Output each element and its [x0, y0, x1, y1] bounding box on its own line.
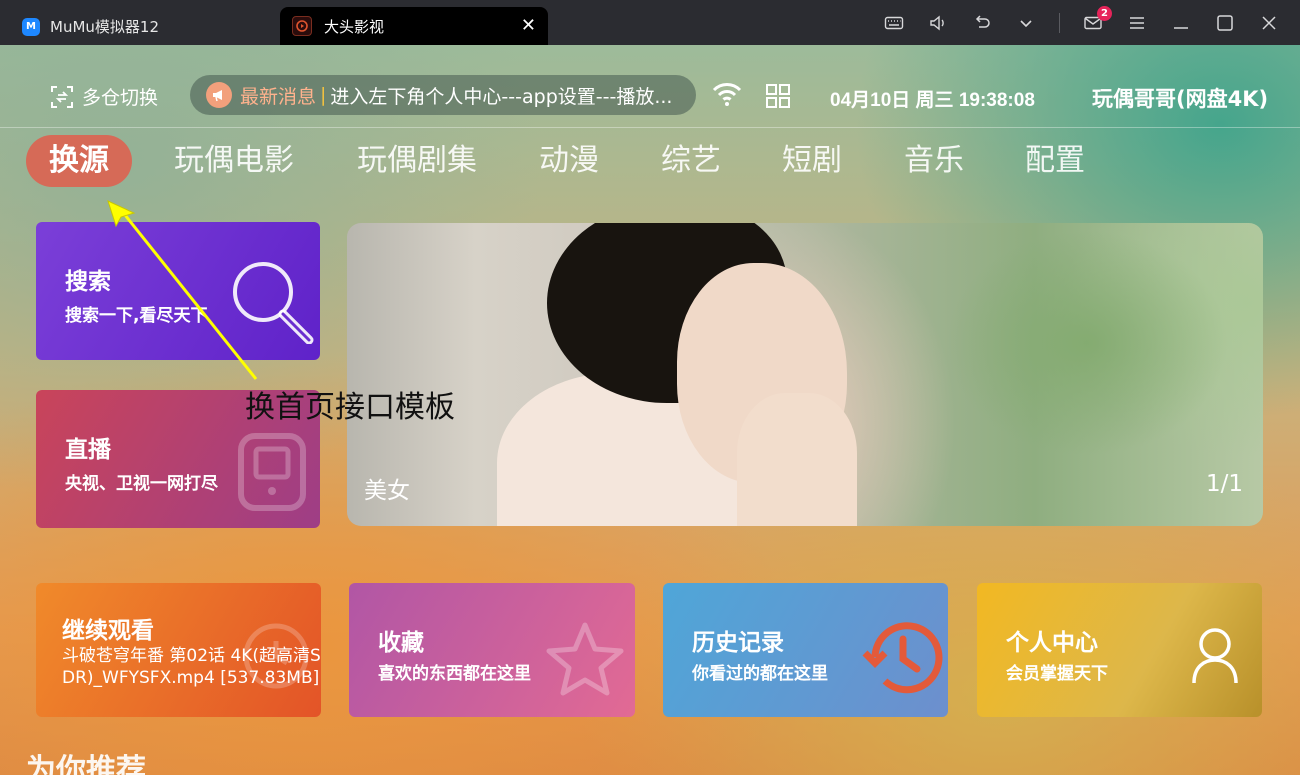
megaphone-icon [206, 82, 232, 108]
back-icon[interactable] [971, 12, 993, 34]
banner-image-hand [737, 393, 857, 526]
tab-short-drama[interactable]: 短剧 [782, 135, 842, 187]
user-icon [1192, 628, 1238, 684]
banner-label: 美女 [364, 478, 410, 504]
history-clock-icon [862, 622, 943, 694]
menu-icon[interactable] [1126, 12, 1148, 34]
tablet-icon [238, 433, 306, 511]
scan-switch-icon [51, 85, 73, 108]
news-label: 最新消息 [240, 85, 317, 108]
news-message: 进入左下角个人中心---app设置---播放... [330, 85, 673, 108]
continue-watching-title: 继续观看 [62, 618, 154, 644]
tab-music[interactable]: 音乐 [904, 135, 964, 187]
emulator-title: MuMu模拟器12 [50, 18, 159, 36]
maximize-icon[interactable] [1214, 12, 1236, 34]
tab-anime[interactable]: 动漫 [539, 135, 599, 187]
divider [1059, 13, 1060, 33]
history-title: 历史记录 [692, 630, 784, 656]
annotation-text: 换首页接口模板 [245, 390, 455, 425]
chevron-down-icon[interactable] [1015, 12, 1037, 34]
keyboard-icon[interactable] [883, 12, 905, 34]
news-separator: | [320, 84, 327, 106]
user-account-name[interactable]: 玩偶哥哥(网盘4K) [1092, 83, 1268, 113]
header-divider [0, 127, 1300, 128]
mail-badge: 2 [1097, 6, 1112, 21]
close-tab-icon[interactable]: ✕ [521, 15, 536, 36]
emulator-app-tab[interactable]: M MuMu模拟器12 [8, 8, 276, 45]
history-card[interactable]: 历史记录 你看过的都在这里 [663, 583, 948, 717]
favorites-card[interactable]: 收藏 喜欢的东西都在这里 [349, 583, 635, 717]
search-card-title: 搜索 [65, 269, 111, 295]
warehouse-switch-button[interactable]: 多仓切换 [50, 83, 158, 110]
wifi-icon [712, 83, 742, 106]
app-home-screen: 多仓切换 最新消息 | 进入左下角个人中心---app设置---播放... 04… [0, 45, 1300, 775]
recommend-section-title: 为你推荐 [26, 753, 146, 775]
news-ticker[interactable]: 最新消息 | 进入左下角个人中心---app设置---播放... [190, 75, 696, 115]
status-datetime: 04月10日 周三 19:38:08 [830, 90, 1035, 111]
tab-config[interactable]: 配置 [1025, 135, 1085, 187]
profile-title: 个人中心 [1006, 630, 1098, 656]
profile-card[interactable]: 个人中心 会员掌握天下 [977, 583, 1262, 717]
tab-variety[interactable]: 综艺 [661, 135, 721, 187]
emulator-titlebar: M MuMu模拟器12 大头影视 ✕ 2 [0, 0, 1300, 45]
continue-watching-card[interactable]: 继续观看 斗破苍穹年番 第02话 4K(超高清SDR)_WFYSFX.mp4 [… [36, 583, 321, 717]
live-card-title: 直播 [65, 437, 111, 463]
banner-pager: 1/1 [1205, 471, 1243, 497]
favorites-subtitle: 喜欢的东西都在这里 [378, 664, 531, 684]
history-subtitle: 你看过的都在这里 [692, 664, 828, 684]
search-card-subtitle: 搜索一下,看尽天下 [65, 306, 208, 326]
active-app-tab[interactable]: 大头影视 ✕ [280, 7, 548, 45]
favorites-title: 收藏 [378, 630, 424, 656]
continue-watching-file: 斗破苍穹年番 第02话 4K(超高清SDR)_WFYSFX.mp4 [537.8… [62, 646, 321, 688]
mail-icon[interactable]: 2 [1082, 6, 1112, 34]
warehouse-switch-label: 多仓切换 [82, 87, 159, 109]
video-app-icon [292, 16, 312, 36]
tab-doll-movies[interactable]: 玩偶电影 [174, 135, 294, 187]
minimize-icon[interactable] [1170, 12, 1192, 34]
tab-doll-series[interactable]: 玩偶剧集 [357, 135, 477, 187]
mumu-logo-icon: M [22, 17, 40, 36]
active-tab-title: 大头影视 [324, 17, 385, 36]
magnifier-icon [233, 262, 314, 344]
tab-switch-source[interactable]: 换源 [26, 135, 132, 187]
star-icon [546, 622, 624, 696]
featured-banner[interactable]: 美女 1/1 [347, 223, 1263, 526]
grid-icon[interactable] [765, 83, 791, 109]
close-window-icon[interactable] [1258, 12, 1280, 34]
volume-icon[interactable] [927, 12, 949, 34]
profile-subtitle: 会员掌握天下 [1006, 664, 1108, 684]
search-card[interactable]: 搜索 搜索一下,看尽天下 [36, 222, 320, 360]
window-controls: 2 [883, 6, 1280, 38]
status-row: 多仓切换 最新消息 | 进入左下角个人中心---app设置---播放... 04… [0, 45, 1300, 127]
live-card-subtitle: 央视、卫视一网打尽 [65, 474, 218, 494]
